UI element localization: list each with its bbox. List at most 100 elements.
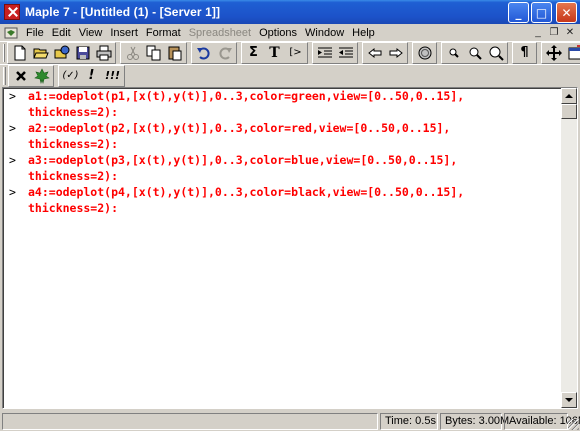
input-line-continuation[interactable]: thickness=2): xyxy=(9,200,464,216)
sigma-icon: Σ xyxy=(249,45,258,60)
context-toolbar: (✓) ! !!! xyxy=(0,64,580,87)
cross-icon xyxy=(15,70,26,81)
maximize-button[interactable]: □ xyxy=(531,2,552,23)
arrow-up-icon xyxy=(565,94,573,98)
menu-format[interactable]: Format xyxy=(142,27,185,39)
menu-insert[interactable]: Insert xyxy=(106,27,142,39)
close-button[interactable]: ✕ xyxy=(556,2,577,23)
document-minimize-button[interactable]: _ xyxy=(530,25,546,39)
indent-button[interactable] xyxy=(314,44,335,62)
menu-window[interactable]: Window xyxy=(301,27,348,39)
execute-worksheet-button[interactable]: !!! xyxy=(102,67,123,85)
undo-group xyxy=(191,41,237,64)
forward-button[interactable] xyxy=(385,44,406,62)
magnifier-large-icon xyxy=(489,46,504,61)
interrupt-button[interactable] xyxy=(10,67,31,85)
new-file-button[interactable] xyxy=(9,44,30,62)
input-line[interactable]: > a3:=odeplot(p3,[x(t),y(t)],0..3,color=b… xyxy=(9,152,464,168)
worksheet[interactable]: > a1:=odeplot(p1,[x(t),y(t)],0..3,color=g… xyxy=(2,87,578,409)
execution-group-icon: [> xyxy=(289,47,302,58)
back-button[interactable] xyxy=(364,44,385,62)
input-line-continuation[interactable]: thickness=2): xyxy=(9,136,464,152)
math-input-button[interactable]: Σ xyxy=(243,44,264,62)
open-file-button[interactable] xyxy=(30,44,51,62)
execute-selection-button[interactable]: (✓) xyxy=(60,67,81,85)
bytes-label: Bytes: xyxy=(445,415,476,427)
text-input-button[interactable]: T xyxy=(264,44,285,62)
help-window-button[interactable] xyxy=(564,44,580,62)
copy-button[interactable] xyxy=(143,44,164,62)
prompt: > xyxy=(9,89,16,103)
print-button[interactable] xyxy=(93,44,114,62)
paste-button[interactable] xyxy=(164,44,185,62)
toolbar-grip[interactable] xyxy=(3,43,5,62)
clipboard-group xyxy=(120,41,187,64)
zoom-150-button[interactable] xyxy=(464,44,485,62)
execution-group-button[interactable]: [> xyxy=(285,44,306,62)
input-line-continuation[interactable]: thickness=2): xyxy=(9,168,464,184)
input-line[interactable]: > a1:=odeplot(p1,[x(t),y(t)],0..3,color=g… xyxy=(9,88,464,104)
arrow-right-icon xyxy=(389,47,403,58)
magnifier-small-icon xyxy=(449,48,459,58)
new-file-icon xyxy=(14,45,25,60)
file-group xyxy=(7,41,116,64)
cut-button[interactable] xyxy=(122,44,143,62)
input-code[interactable]: thickness=2): xyxy=(9,168,118,184)
maximize-icon: □ xyxy=(535,5,548,20)
menu-file[interactable]: File xyxy=(22,27,48,39)
menu-edit[interactable]: Edit xyxy=(48,27,75,39)
input-code[interactable]: thickness=2): xyxy=(9,200,118,216)
scroll-thumb[interactable] xyxy=(561,104,577,119)
input-code[interactable]: a4:=odeplot(p4,[x(t),y(t)],0..3,color=bl… xyxy=(28,184,464,200)
zoom-100-button[interactable] xyxy=(443,44,464,62)
prompt: > xyxy=(9,121,16,135)
printer-icon xyxy=(96,45,111,60)
menu-bar: File Edit View Insert Format Spreadsheet… xyxy=(0,24,580,41)
toolbar-grip[interactable] xyxy=(3,66,6,85)
scroll-down-button[interactable] xyxy=(561,392,577,408)
input-code[interactable]: a2:=odeplot(p2,[x(t),y(t)],0..3,color=re… xyxy=(28,120,450,136)
document-close-button[interactable]: ✕ xyxy=(562,25,578,39)
restart-button[interactable] xyxy=(543,44,564,62)
menu-help[interactable]: Help xyxy=(348,27,379,39)
input-code[interactable]: thickness=2): xyxy=(9,104,118,120)
outdent-button[interactable] xyxy=(335,44,356,62)
navigation-group xyxy=(362,41,408,64)
exclamation-icon: ! xyxy=(88,68,95,83)
vertical-scrollbar[interactable] xyxy=(561,88,577,408)
redo-button[interactable] xyxy=(214,44,235,62)
arrow-down-icon xyxy=(565,398,573,402)
undo-button[interactable] xyxy=(193,44,214,62)
save-button[interactable] xyxy=(72,44,93,62)
redo-arrow-icon xyxy=(219,47,232,59)
document-menu-icon[interactable] xyxy=(4,26,18,40)
display-group: ¶ xyxy=(512,41,537,64)
input-code[interactable]: thickness=2): xyxy=(9,136,118,152)
execute-group: (✓) ! !!! xyxy=(58,64,125,87)
input-line[interactable]: > a2:=odeplot(p2,[x(t),y(t)],0..3,color=r… xyxy=(9,120,464,136)
available-label: Available: xyxy=(509,415,557,427)
arrow-left-icon xyxy=(367,47,381,58)
menu-view[interactable]: View xyxy=(75,27,107,39)
maple-app-icon[interactable] xyxy=(4,4,20,20)
window-icon xyxy=(568,44,580,59)
show-markers-button[interactable]: ¶ xyxy=(514,44,535,62)
restart-arrows-icon xyxy=(545,44,562,61)
execute-all-button[interactable]: ! xyxy=(81,67,102,85)
minimize-button[interactable]: _ xyxy=(508,2,529,23)
input-code[interactable]: a3:=odeplot(p3,[x(t),y(t)],0..3,color=bl… xyxy=(28,152,457,168)
menu-spreadsheet[interactable]: Spreadsheet xyxy=(185,27,255,39)
indent-icon xyxy=(317,47,332,57)
input-line[interactable]: > a4:=odeplot(p4,[x(t),y(t)],0..3,color=b… xyxy=(9,184,464,200)
input-line-continuation[interactable]: thickness=2): xyxy=(9,104,464,120)
resize-grip[interactable] xyxy=(568,419,579,430)
zoom-200-button[interactable] xyxy=(485,44,506,62)
open-url-button[interactable] xyxy=(51,44,72,62)
document-restore-button[interactable]: ❐ xyxy=(546,25,562,39)
scroll-up-button[interactable] xyxy=(561,88,577,104)
stop-button[interactable] xyxy=(414,44,435,62)
close-icon: ✕ xyxy=(561,5,572,20)
input-code[interactable]: a1:=odeplot(p1,[x(t),y(t)],0..3,color=gr… xyxy=(28,88,464,104)
debug-button[interactable] xyxy=(31,67,52,85)
menu-options[interactable]: Options xyxy=(255,27,301,39)
